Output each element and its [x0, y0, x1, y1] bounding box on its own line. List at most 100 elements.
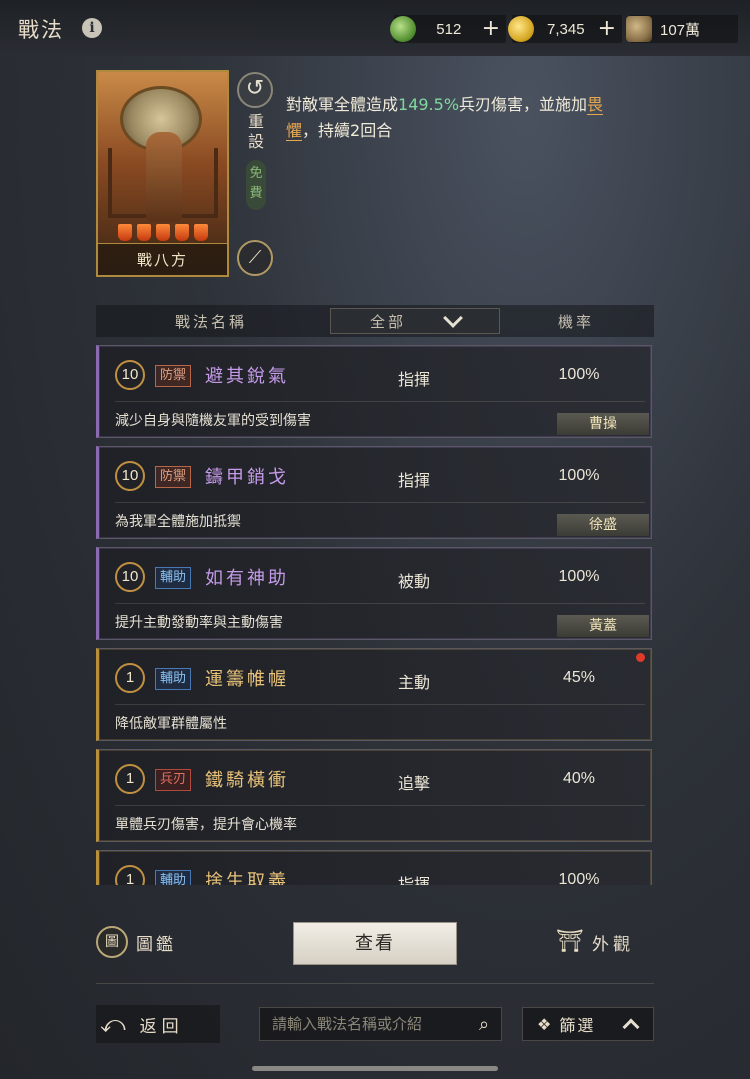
table-header: 戰法名稱 全部 機率: [96, 305, 654, 337]
skill-tag: 輔助: [155, 668, 192, 690]
free-badge: 免費: [246, 160, 266, 210]
desc-suffix: ，持續2回合: [302, 121, 393, 140]
skill-tag: 防禦: [155, 365, 192, 387]
skill-desc: 單體兵刃傷害，提升會心機率: [115, 817, 297, 833]
desc-prefix: 對敵軍全體造成: [286, 95, 399, 114]
copper-resource: 107萬: [626, 15, 738, 43]
pavilion-icon: ⛩: [556, 929, 584, 954]
filter-value: 全部: [369, 312, 406, 331]
back-label: 返回: [139, 1016, 184, 1037]
skill-description: 對敵軍全體造成149.5%兵刃傷害，並施加畏懼，持續2回合: [286, 92, 616, 144]
add-jade-button[interactable]: +: [482, 18, 506, 40]
search-icon[interactable]: ⌕: [467, 1014, 501, 1035]
add-gold-button[interactable]: +: [598, 18, 622, 40]
top-bar: 戰法 i 512 + 7,345 + 107萬: [0, 0, 750, 56]
chevron-up-icon: [622, 1018, 640, 1036]
list-item[interactable]: 10 輔助 如有神助 被動 100% 提升主動發動率與主動傷害 黃蓋: [96, 547, 652, 640]
skill-card[interactable]: 戰八方: [96, 70, 229, 277]
copper-value: 107萬: [660, 21, 701, 39]
page-title: 戰法: [18, 18, 64, 42]
info-icon[interactable]: i: [82, 18, 102, 38]
appearance-button[interactable]: ⛩ 外觀: [554, 926, 634, 958]
divider: [115, 805, 645, 806]
sword-icon[interactable]: ⟋: [237, 240, 273, 276]
search-input[interactable]: [260, 1015, 467, 1033]
jade-resource: 512 +: [390, 15, 506, 43]
star-pips: [118, 224, 208, 241]
skill-name: 捨生取義: [205, 871, 289, 885]
copper-coin-icon: [626, 16, 652, 42]
star-pip-icon: [175, 224, 189, 241]
skill-desc: 提升主動發動率與主動傷害: [115, 615, 283, 631]
skill-desc: 降低敵軍群體屬性: [115, 716, 227, 732]
gold-resource: 7,345 +: [508, 15, 622, 43]
divider: [96, 983, 654, 984]
owner-badge: 曹操: [557, 413, 649, 435]
skill-rate: 100%: [558, 467, 600, 484]
name-column-header: 戰法名稱: [174, 312, 247, 331]
skill-desc: 減少自身與隨機友軍的受到傷害: [115, 413, 311, 429]
owner-badge: 徐盛: [557, 514, 649, 536]
codex-label: 圖鑑: [136, 934, 176, 955]
jade-coin-icon: [390, 16, 416, 42]
skill-tag: 輔助: [155, 567, 192, 589]
rate-column-header: 機率: [557, 312, 594, 331]
level-badge: 10: [115, 461, 145, 491]
skill-rate: 100%: [558, 871, 600, 885]
jade-value: 512: [436, 20, 462, 38]
divider: [115, 603, 645, 604]
list-item[interactable]: 1 輔助 捨生取義 指揮 100%: [96, 850, 652, 885]
skill-tag: 輔助: [155, 870, 192, 885]
level-badge: 1: [115, 764, 145, 794]
skill-rate: 40%: [562, 770, 596, 787]
filter-icon: ❖: [537, 1014, 552, 1034]
skill-name: 鑄甲銷戈: [205, 467, 289, 488]
divider: [115, 502, 645, 503]
skill-type: 指揮: [397, 471, 430, 490]
desc-mid: 兵刃傷害，並施加: [459, 95, 588, 114]
skill-type: 指揮: [397, 875, 430, 885]
skill-rate: 45%: [562, 669, 596, 686]
list-item[interactable]: 1 輔助 運籌帷幄 主動 45% 降低敵軍群體屬性: [96, 648, 652, 741]
search-box[interactable]: ⌕: [259, 1007, 502, 1041]
divider: [115, 704, 645, 705]
desc-percent: 149.5%: [398, 95, 460, 114]
star-pip-icon: [156, 224, 170, 241]
codex-button[interactable]: 圖 圖鑑: [96, 926, 176, 958]
list-item[interactable]: 10 防禦 鑄甲銷戈 指揮 100% 為我軍全體施加抵禦 徐盛: [96, 446, 652, 539]
skill-name: 運籌帷幄: [205, 669, 289, 690]
skill-name: 如有神助: [205, 568, 289, 589]
filter-button[interactable]: ❖ 篩選: [522, 1007, 654, 1041]
skill-rate: 100%: [558, 366, 600, 383]
home-indicator[interactable]: [252, 1066, 498, 1071]
skill-type: 追擊: [397, 774, 430, 793]
filter-label: 篩選: [559, 1016, 596, 1035]
reset-icon[interactable]: ↺: [237, 72, 273, 108]
list-item[interactable]: 1 兵刃 鐵騎橫衝 追擊 40% 單體兵刃傷害，提升會心機率: [96, 749, 652, 842]
star-pip-icon: [118, 224, 132, 241]
appearance-label: 外觀: [592, 934, 634, 955]
skill-list[interactable]: 10 防禦 避其銳氣 指揮 100% 減少自身與隨機友軍的受到傷害 曹操 10 …: [96, 345, 656, 885]
view-button[interactable]: 查看: [293, 922, 457, 965]
skill-type: 主動: [397, 673, 430, 692]
level-badge: 10: [115, 562, 145, 592]
gold-coin-icon: [508, 16, 534, 42]
warrior-art: [146, 132, 182, 222]
back-button[interactable]: ⤺ 返回: [96, 1005, 220, 1043]
skill-type: 指揮: [397, 370, 430, 389]
skill-tag: 兵刃: [155, 769, 192, 791]
skill-rate: 100%: [558, 568, 600, 585]
divider: [115, 401, 645, 402]
gold-value: 7,345: [547, 20, 585, 38]
skill-name: 鐵騎橫衝: [205, 770, 289, 791]
reset-label[interactable]: 重設: [244, 112, 268, 152]
skill-desc: 為我軍全體施加抵禦: [115, 514, 241, 530]
card-name: 戰八方: [98, 243, 227, 275]
skill-name: 避其銳氣: [205, 366, 289, 387]
owner-badge: 黃蓋: [557, 615, 649, 637]
filter-dropdown[interactable]: 全部: [330, 308, 500, 334]
star-pip-icon: [137, 224, 151, 241]
list-item[interactable]: 10 防禦 避其銳氣 指揮 100% 減少自身與隨機友軍的受到傷害 曹操: [96, 345, 652, 438]
star-pip-icon: [194, 224, 208, 241]
level-badge: 1: [115, 865, 145, 885]
